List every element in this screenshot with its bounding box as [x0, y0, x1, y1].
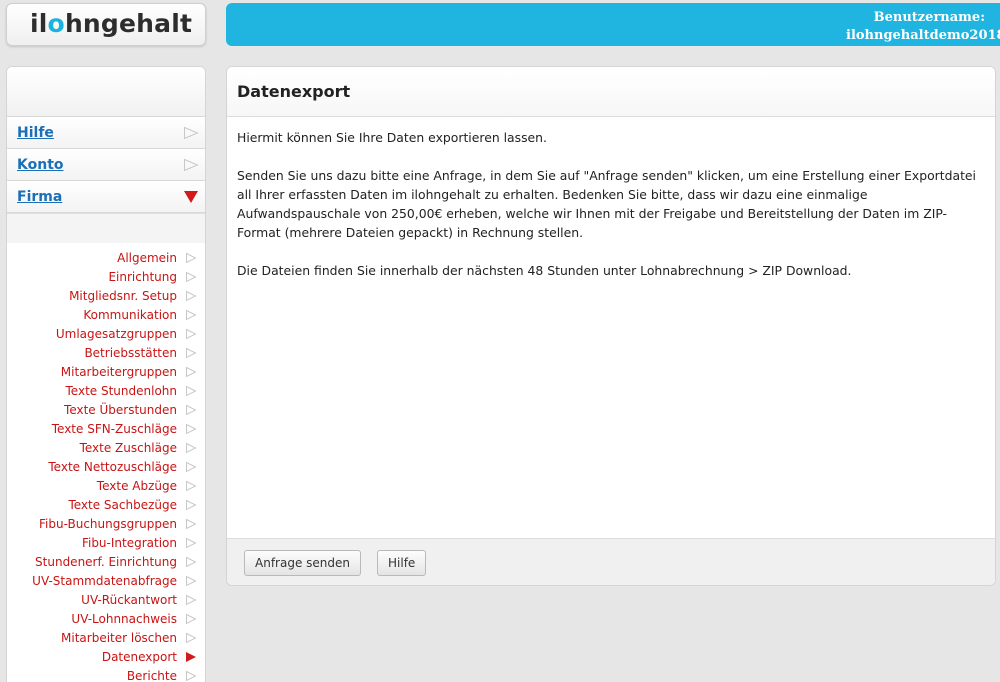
flag-icon	[185, 271, 197, 283]
flag-icon	[185, 632, 197, 644]
submenu-item[interactable]: Texte SFN-Zuschläge	[7, 419, 205, 438]
flag-icon	[185, 442, 197, 454]
flag-icon	[185, 518, 197, 530]
submenu-item[interactable]: Mitgliedsnr. Setup	[7, 286, 205, 305]
submenu-item[interactable]: Allgemein	[7, 248, 205, 267]
submenu-item-label[interactable]: Berichte	[127, 669, 177, 682]
submenu-item-label[interactable]: Texte Sachbezüge	[68, 498, 177, 512]
nav-item-hilfe[interactable]: Hilfe	[7, 117, 205, 149]
submenu-item-label[interactable]: Datenexport	[102, 650, 177, 664]
submenu-item[interactable]: Texte Abzüge	[7, 476, 205, 495]
flag-icon	[185, 366, 197, 378]
submenu-item-label[interactable]: Fibu-Buchungsgruppen	[39, 517, 177, 531]
submenu-item[interactable]: Texte Stundenlohn	[7, 381, 205, 400]
panel-footer: Anfrage senden Hilfe	[227, 538, 995, 585]
flag-icon	[185, 347, 197, 359]
flag-icon	[185, 309, 197, 321]
intro-text: Hiermit können Sie Ihre Daten exportiere…	[237, 130, 547, 145]
nav-item-konto[interactable]: Konto	[7, 149, 205, 181]
submenu-item-label[interactable]: Betriebsstätten	[84, 346, 177, 360]
flag-icon	[185, 385, 197, 397]
submenu-item[interactable]: Datenexport	[7, 647, 205, 666]
request-text: Senden Sie uns dazu bitte eine Anfrage, …	[237, 168, 976, 240]
submenu-item[interactable]: Fibu-Integration	[7, 533, 205, 552]
flag-icon	[185, 328, 197, 340]
submenu-shadow	[7, 213, 205, 243]
flag-icon	[185, 423, 197, 435]
logo[interactable]: ilohngehalt	[6, 3, 206, 46]
main-panel: Datenexport Hiermit können Sie Ihre Date…	[226, 66, 996, 586]
flag-icon	[185, 556, 197, 568]
submenu-item[interactable]: Fibu-Buchungsgruppen	[7, 514, 205, 533]
submenu-item-label[interactable]: Mitgliedsnr. Setup	[69, 289, 177, 303]
flag-icon	[185, 613, 197, 625]
submenu-item-label[interactable]: Texte Zuschläge	[80, 441, 177, 455]
submenu-item[interactable]: Texte Sachbezüge	[7, 495, 205, 514]
nav-item-firma[interactable]: Firma	[7, 181, 205, 213]
submenu-item-label[interactable]: Texte Nettozuschläge	[48, 460, 177, 474]
nav-item-label[interactable]: Hilfe	[17, 125, 54, 141]
submenu-list: Allgemein Einrichtung Mitgliedsnr. Setup Ko…	[7, 243, 205, 682]
submenu-item[interactable]: Berichte	[7, 666, 205, 682]
page-title: Datenexport	[237, 82, 351, 101]
expanded-arrow-icon	[183, 190, 199, 204]
nav-item-label[interactable]: Firma	[17, 189, 62, 205]
submenu-item-label[interactable]: Texte Abzüge	[97, 479, 177, 493]
username-label: Benutzername:	[873, 10, 985, 25]
submenu-item[interactable]: Texte Nettozuschläge	[7, 457, 205, 476]
user-bar: Benutzername: ilohngehaltdemo20185	[226, 3, 1000, 46]
submenu-item-label[interactable]: UV-Stammdatenabfrage	[32, 574, 177, 588]
sidebar-header	[7, 67, 205, 117]
submenu-item-label[interactable]: Allgemein	[117, 251, 177, 265]
submenu-item[interactable]: Stundenerf. Einrichtung	[7, 552, 205, 571]
sidebar: Hilfe Konto Firma Allgemein Einrichtung Mitg…	[6, 66, 206, 682]
submenu-item-label[interactable]: Kommunikation	[83, 308, 177, 322]
submenu-item-label[interactable]: UV-Rückantwort	[81, 593, 177, 607]
submenu-item-label[interactable]: Mitarbeiter löschen	[61, 631, 177, 645]
submenu-item[interactable]: UV-Rückantwort	[7, 590, 205, 609]
flag-icon	[185, 290, 197, 302]
submenu-item-label[interactable]: Texte SFN-Zuschläge	[52, 422, 177, 436]
flag-icon	[185, 252, 197, 264]
flag-icon	[185, 404, 197, 416]
username-value: ilohngehaltdemo20185	[846, 28, 1000, 43]
submenu-item[interactable]: Texte Überstunden	[7, 400, 205, 419]
submenu-item[interactable]: Umlagesatzgruppen	[7, 324, 205, 343]
flag-icon	[185, 670, 197, 682]
submenu-item[interactable]: Mitarbeitergruppen	[7, 362, 205, 381]
download-text: Die Dateien finden Sie innerhalb der näc…	[237, 263, 852, 278]
submenu-item[interactable]: Mitarbeiter löschen	[7, 628, 205, 647]
submenu-item-label[interactable]: Stundenerf. Einrichtung	[35, 555, 177, 569]
flag-icon	[185, 461, 197, 473]
submenu-item-label[interactable]: Texte Stundenlohn	[66, 384, 178, 398]
submenu-item[interactable]: Einrichtung	[7, 267, 205, 286]
submenu-item[interactable]: UV-Lohnnachweis	[7, 609, 205, 628]
flag-icon	[183, 158, 199, 172]
submenu-item[interactable]: UV-Stammdatenabfrage	[7, 571, 205, 590]
active-arrow-icon	[185, 651, 197, 663]
flag-icon	[185, 499, 197, 511]
flag-icon	[183, 126, 199, 140]
send-request-button[interactable]: Anfrage senden	[244, 550, 361, 576]
submenu-item-label[interactable]: Texte Überstunden	[64, 403, 177, 417]
submenu-item-label[interactable]: Umlagesatzgruppen	[56, 327, 177, 341]
submenu-item[interactable]: Texte Zuschläge	[7, 438, 205, 457]
submenu-item[interactable]: Betriebsstätten	[7, 343, 205, 362]
flag-icon	[185, 480, 197, 492]
flag-icon	[185, 594, 197, 606]
flag-icon	[185, 537, 197, 549]
logo-text: ilohngehalt	[30, 9, 193, 38]
nav-item-label[interactable]: Konto	[17, 157, 64, 173]
panel-header: Datenexport	[227, 67, 995, 117]
panel-body: Hiermit können Sie Ihre Daten exportiere…	[227, 117, 995, 538]
submenu-item[interactable]: Kommunikation	[7, 305, 205, 324]
flag-icon	[185, 575, 197, 587]
help-button[interactable]: Hilfe	[377, 550, 427, 576]
submenu-item-label[interactable]: Einrichtung	[108, 270, 177, 284]
submenu-item-label[interactable]: Mitarbeitergruppen	[61, 365, 177, 379]
submenu-item-label[interactable]: UV-Lohnnachweis	[71, 612, 177, 626]
submenu-item-label[interactable]: Fibu-Integration	[82, 536, 177, 550]
